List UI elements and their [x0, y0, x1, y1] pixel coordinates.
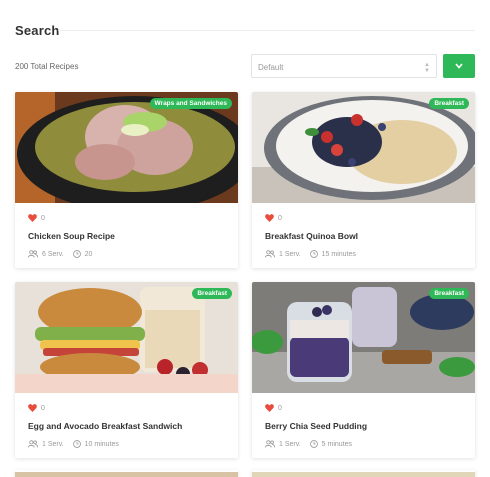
- likes-count: 0: [41, 404, 45, 412]
- servings-count: 6 Serv.: [42, 250, 64, 258]
- chevron-down-icon: [455, 63, 463, 69]
- servings-count: 1 Serv.: [42, 440, 64, 448]
- prep-time: 5 minutes: [321, 440, 353, 448]
- total-recipes-count: 200 Total Recipes: [15, 62, 79, 71]
- likes[interactable]: 0: [265, 404, 282, 412]
- recipe-title[interactable]: Breakfast Quinoa Bowl: [265, 231, 358, 241]
- servings-icon: [265, 440, 275, 448]
- heart-icon: [265, 404, 274, 412]
- likes[interactable]: 0: [28, 214, 45, 222]
- recipe-image[interactable]: Breakfast: [15, 282, 238, 393]
- sort-select-value: Default: [258, 63, 284, 72]
- servings-icon: [265, 250, 275, 258]
- recipe-title[interactable]: Berry Chia Seed Pudding: [265, 421, 367, 431]
- recipe-card-next[interactable]: [252, 470, 475, 477]
- likes[interactable]: 0: [265, 214, 282, 222]
- prep-time: 10 minutes: [84, 440, 119, 448]
- recipe-title[interactable]: Egg and Avocado Breakfast Sandwich: [28, 421, 182, 431]
- likes-count: 0: [278, 404, 282, 412]
- prep-time: 15 minutes: [321, 250, 356, 258]
- servings-icon: [28, 440, 38, 448]
- recipe-image[interactable]: Breakfast: [252, 92, 475, 203]
- heart-icon: [28, 214, 37, 222]
- recipe-image[interactable]: Breakfast: [252, 282, 475, 393]
- page-title: Search: [15, 23, 60, 38]
- clock-icon: [72, 440, 81, 448]
- category-badge[interactable]: Breakfast: [192, 288, 232, 299]
- likes-count: 0: [41, 214, 45, 222]
- clock-icon: [309, 250, 318, 258]
- recipe-image[interactable]: Wraps and Sandwiches: [15, 92, 238, 203]
- heart-icon: [28, 404, 37, 412]
- recipe-title[interactable]: Chicken Soup Recipe: [28, 231, 115, 241]
- category-badge[interactable]: Breakfast: [429, 98, 469, 109]
- recipe-card-next[interactable]: [15, 470, 238, 477]
- title-divider: [58, 30, 475, 31]
- servings-count: 1 Serv.: [279, 440, 301, 448]
- category-badge[interactable]: Wraps and Sandwiches: [149, 98, 232, 109]
- heart-icon: [265, 214, 274, 222]
- clock-icon: [72, 250, 81, 258]
- recipe-card[interactable]: Breakfast 0 Berry Chia Seed Pudding 1 Se…: [252, 282, 475, 458]
- likes-count: 0: [278, 214, 282, 222]
- category-badge[interactable]: Breakfast: [429, 288, 469, 299]
- recipe-card[interactable]: Wraps and Sandwiches 0 Chicken Soup Reci…: [15, 92, 238, 268]
- servings-count: 1 Serv.: [279, 250, 301, 258]
- likes[interactable]: 0: [28, 404, 45, 412]
- sort-select[interactable]: Default ▲ ▼: [251, 54, 437, 78]
- sort-direction-button[interactable]: [443, 54, 475, 78]
- prep-time: 20: [84, 250, 93, 258]
- clock-icon: [309, 440, 318, 448]
- select-caret-icon: ▲ ▼: [424, 62, 430, 74]
- recipe-card[interactable]: Breakfast 0 Breakfast Quinoa Bowl 1 Serv…: [252, 92, 475, 268]
- recipe-card[interactable]: Breakfast 0 Egg and Avocado Breakfast Sa…: [15, 282, 238, 458]
- servings-icon: [28, 250, 38, 258]
